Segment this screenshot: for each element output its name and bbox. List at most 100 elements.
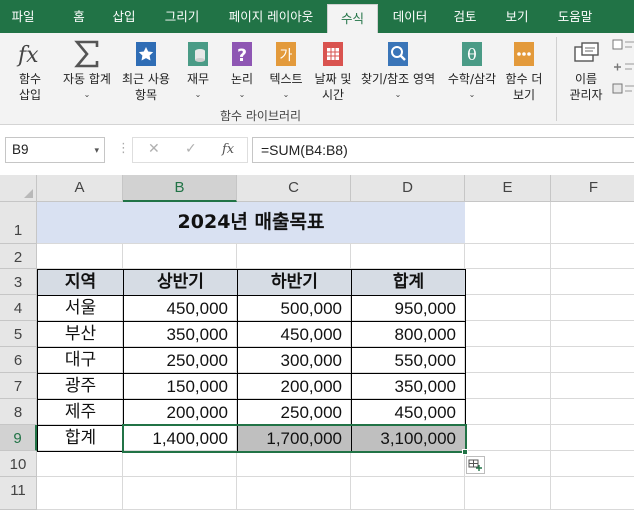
grid-cell[interactable] bbox=[237, 477, 351, 510]
grid-cell[interactable] bbox=[551, 451, 634, 477]
table-cell-region[interactable]: 대구 bbox=[37, 347, 124, 374]
table-cell-region[interactable]: 광주 bbox=[37, 373, 124, 400]
table-cell-region[interactable]: 제주 bbox=[37, 399, 124, 426]
insert-function-button[interactable]: fx 함수 삽입 bbox=[10, 39, 50, 103]
table-cell-total[interactable]: 800,000 bbox=[351, 321, 466, 348]
column-header-e[interactable]: E bbox=[465, 175, 551, 202]
grid-cell[interactable] bbox=[551, 321, 634, 347]
row-header-10[interactable]: 10 bbox=[0, 451, 37, 477]
grid-cell[interactable] bbox=[551, 373, 634, 399]
text-functions-button[interactable]: 가 텍스트 ⌄ bbox=[266, 39, 306, 103]
fill-handle[interactable] bbox=[462, 449, 468, 455]
table-cell-first-half[interactable]: 200,000 bbox=[123, 399, 238, 426]
tab-draw[interactable]: 그리기 bbox=[160, 0, 204, 33]
header-first-half[interactable]: 상반기 bbox=[123, 269, 238, 296]
table-cell-total[interactable]: 550,000 bbox=[351, 347, 466, 374]
tab-formulas[interactable]: 수식 bbox=[327, 4, 378, 33]
grid-cell[interactable] bbox=[123, 477, 237, 510]
table-cell-region[interactable]: 서울 bbox=[37, 295, 124, 322]
recently-used-button[interactable]: 최근 사용 항목 bbox=[118, 39, 174, 103]
tab-file[interactable]: 파일 bbox=[6, 0, 40, 33]
grid-cell[interactable] bbox=[123, 451, 237, 477]
header-total[interactable]: 합계 bbox=[351, 269, 466, 296]
row-header-4[interactable]: 4 bbox=[0, 295, 37, 321]
row-header-3[interactable]: 3 bbox=[0, 269, 37, 295]
table-cell-second-half[interactable]: 250,000 bbox=[237, 399, 352, 426]
row-header-8[interactable]: 8 bbox=[0, 399, 37, 425]
enter-icon[interactable]: ✓ bbox=[185, 141, 197, 157]
grid-cell[interactable] bbox=[351, 477, 465, 510]
tab-review[interactable]: 검토 bbox=[450, 0, 480, 33]
grid-cell[interactable] bbox=[465, 202, 551, 244]
table-cell-first-half[interactable]: 350,000 bbox=[123, 321, 238, 348]
column-header-d[interactable]: D bbox=[351, 175, 465, 202]
total-second-half-cell[interactable]: 1,700,000 bbox=[237, 425, 352, 452]
grid-cell[interactable] bbox=[465, 425, 551, 451]
logical-button[interactable]: ? 논리 ⌄ bbox=[224, 39, 260, 103]
table-cell-second-half[interactable]: 500,000 bbox=[237, 295, 352, 322]
grid-cell[interactable] bbox=[237, 451, 351, 477]
row-header-6[interactable]: 6 bbox=[0, 347, 37, 373]
grid-cell[interactable] bbox=[465, 477, 551, 510]
grid-cell[interactable] bbox=[37, 244, 123, 269]
table-cell-second-half[interactable]: 200,000 bbox=[237, 373, 352, 400]
define-name-icon[interactable] bbox=[612, 39, 634, 54]
total-label-cell[interactable]: 합계 bbox=[37, 425, 124, 452]
grid-cell[interactable] bbox=[237, 244, 351, 269]
header-second-half[interactable]: 하반기 bbox=[237, 269, 352, 296]
row-header-2[interactable]: 2 bbox=[0, 244, 37, 269]
grid-cell[interactable] bbox=[351, 244, 465, 269]
grid-cell[interactable] bbox=[465, 347, 551, 373]
column-header-f[interactable]: F bbox=[551, 175, 634, 202]
table-cell-total[interactable]: 450,000 bbox=[351, 399, 466, 426]
table-cell-first-half[interactable]: 250,000 bbox=[123, 347, 238, 374]
select-all-button[interactable] bbox=[0, 175, 37, 202]
grid-cell[interactable] bbox=[37, 451, 123, 477]
grid-cell[interactable] bbox=[465, 399, 551, 425]
tab-help[interactable]: 도움말 bbox=[553, 0, 597, 33]
tab-page-layout[interactable]: 페이지 레이아웃 bbox=[224, 0, 318, 33]
chevron-down-icon[interactable]: ▾ bbox=[94, 138, 99, 162]
grid-cell[interactable] bbox=[123, 244, 237, 269]
grid-cell[interactable] bbox=[551, 295, 634, 321]
title-cell[interactable]: 2024년 매출목표 bbox=[37, 202, 465, 244]
formula-input[interactable]: =SUM(B4:B8) bbox=[252, 137, 634, 163]
name-manager-button[interactable]: 이름 관리자 bbox=[565, 39, 607, 103]
grid-cell[interactable] bbox=[551, 244, 634, 269]
lookup-reference-button[interactable]: 찾기/참조 영역 ⌄ bbox=[358, 39, 438, 103]
tab-insert[interactable]: 삽입 bbox=[109, 0, 139, 33]
use-in-formula-icon[interactable] bbox=[612, 61, 634, 76]
grid-cell[interactable] bbox=[465, 269, 551, 295]
resize-handle-icon[interactable]: ⋮ bbox=[117, 139, 130, 159]
grid-cell[interactable] bbox=[551, 269, 634, 295]
column-header-c[interactable]: C bbox=[237, 175, 351, 202]
column-header-b[interactable]: B bbox=[123, 175, 237, 202]
table-cell-total[interactable]: 950,000 bbox=[351, 295, 466, 322]
grid-cell[interactable] bbox=[37, 477, 123, 510]
grid-cell[interactable] bbox=[465, 295, 551, 321]
header-region[interactable]: 지역 bbox=[37, 269, 124, 296]
grid-cell[interactable] bbox=[465, 373, 551, 399]
grid-cell[interactable] bbox=[551, 477, 634, 510]
more-functions-button[interactable]: 함수 더 보기 bbox=[502, 39, 546, 103]
row-header-11[interactable]: 11 bbox=[0, 477, 37, 510]
tab-data[interactable]: 데이터 bbox=[390, 0, 430, 33]
grid-cell[interactable] bbox=[351, 451, 465, 477]
name-box[interactable]: B9 ▾ bbox=[5, 137, 105, 163]
table-cell-second-half[interactable]: 300,000 bbox=[237, 347, 352, 374]
quick-analysis-button[interactable] bbox=[466, 456, 485, 474]
create-from-selection-icon[interactable] bbox=[612, 83, 634, 98]
date-time-button[interactable]: 날짜 및 시간 bbox=[310, 39, 356, 103]
grid-cell[interactable] bbox=[465, 321, 551, 347]
insert-function-icon[interactable]: fx bbox=[222, 142, 234, 157]
table-cell-total[interactable]: 350,000 bbox=[351, 373, 466, 400]
grid-cell[interactable] bbox=[551, 399, 634, 425]
row-header-1[interactable]: 1 bbox=[0, 202, 37, 244]
grid-cell[interactable] bbox=[551, 425, 634, 451]
total-sum-cell[interactable]: 3,100,000 bbox=[351, 425, 466, 452]
grid-cell[interactable] bbox=[465, 244, 551, 269]
financial-button[interactable]: 재무 ⌄ bbox=[180, 39, 216, 103]
grid-cell[interactable] bbox=[551, 202, 634, 244]
tab-view[interactable]: 보기 bbox=[502, 0, 532, 33]
table-cell-first-half[interactable]: 450,000 bbox=[123, 295, 238, 322]
